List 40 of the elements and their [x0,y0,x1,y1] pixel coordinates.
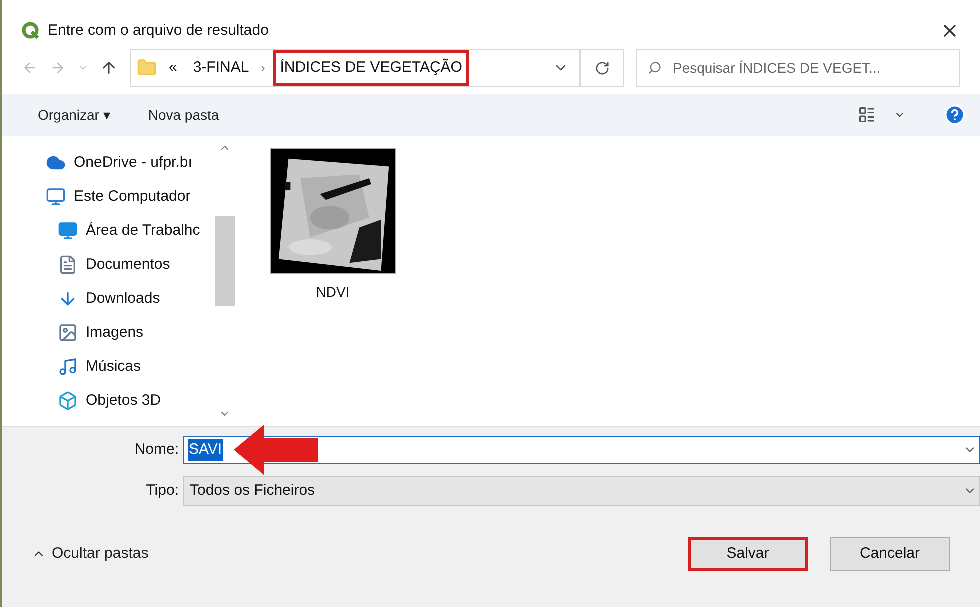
type-dropdown[interactable]: Todos os Ficheiros [183,476,980,506]
name-label: Nome: [134,440,180,460]
search-field[interactable]: Pesquisar ÍNDICES DE VEGET... [636,49,960,87]
sidebar-item[interactable]: Documentos [86,254,170,276]
breadcrumb[interactable]: ÍNDICES DE VEGETAÇÃO [273,50,470,86]
sidebar-item[interactable]: Downloads [86,288,160,310]
sidebar-item[interactable]: Objetos 3D [86,390,162,412]
monitor-icon [58,221,78,241]
folder-icon [137,58,157,78]
hide-folders-button[interactable]: Ocultar pastas [52,542,149,566]
window-title: Entre com o arquivo de resultado [48,20,269,41]
dialog-button[interactable]: Cancelar [830,537,950,571]
app-logo-icon [22,22,40,40]
up-icon[interactable] [100,59,118,77]
breadcrumb[interactable]: 3-FINAL [189,56,254,80]
sidebar-item[interactable]: Músicas [86,356,142,378]
sidebar-item[interactable]: Este Computador [74,186,191,208]
help-icon[interactable] [944,104,966,126]
type-label: Tipo: [145,480,180,501]
dialog-button[interactable]: Salvar [688,537,808,571]
refresh-button[interactable] [580,49,624,87]
address-bar[interactable]: « 3-FINAL › ÍNDICES DE VEGETAÇÃO [130,49,580,87]
new-folder-button[interactable]: Nova pasta [148,104,220,126]
sidebar-item[interactable]: OneDrive - ufpr.bı [74,152,192,174]
view-options-icon[interactable] [858,106,876,124]
sidebar-item[interactable]: Área de Trabalhc [86,220,200,242]
document-icon [58,255,78,275]
search-icon [648,61,662,75]
monitor-icon [46,187,66,207]
sidebar-item[interactable]: Imagens [86,322,144,344]
refresh-icon [594,60,610,76]
organize-menu[interactable]: Organizar ▾ [38,104,110,126]
breadcrumb-separator: › [261,60,266,77]
image-icon [58,323,78,343]
name-value: SAVI [188,438,224,462]
file-name[interactable]: NDVI [316,282,350,303]
cube-icon [58,391,78,411]
music-note-icon [58,357,78,377]
name-field[interactable]: SAVI [183,436,980,464]
breadcrumb[interactable]: « [165,56,182,80]
